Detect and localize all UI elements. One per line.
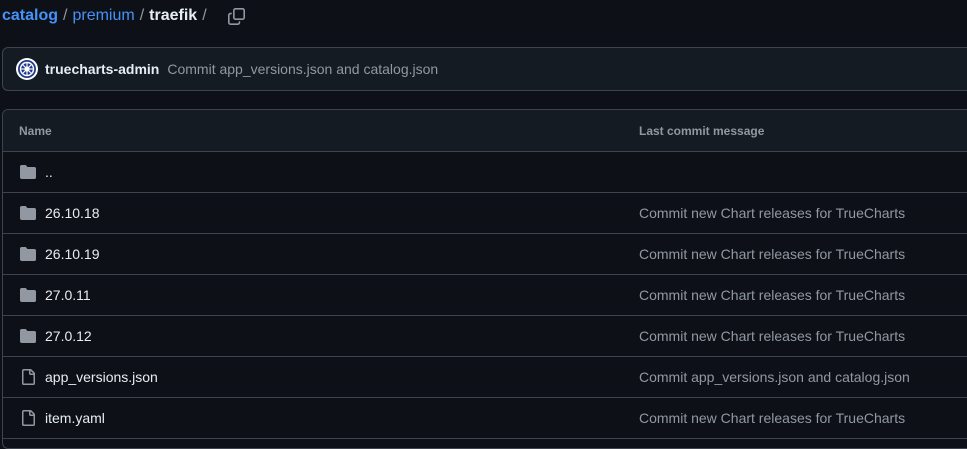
table-row[interactable]: 26.10.18 Commit new Chart releases for T… bbox=[3, 193, 967, 234]
file-icon bbox=[22, 369, 35, 385]
table-header: Name Last commit message bbox=[3, 110, 967, 152]
commit-message-link[interactable]: Commit app_versions.json and catalog.jso… bbox=[639, 369, 910, 385]
breadcrumb-separator: / bbox=[63, 7, 68, 24]
file-icon bbox=[22, 410, 35, 426]
folder-icon bbox=[20, 288, 36, 302]
commit-message-link[interactable]: Commit app_versions.json and catalog.jso… bbox=[167, 61, 438, 77]
table-row[interactable]: app_versions.json Commit app_versions.js… bbox=[3, 357, 967, 398]
commit-message-link[interactable]: Commit new Chart releases for TrueCharts bbox=[639, 246, 905, 262]
breadcrumb-link-catalog[interactable]: catalog bbox=[2, 7, 58, 25]
folder-icon bbox=[20, 165, 36, 179]
file-name-link[interactable]: 26.10.18 bbox=[45, 205, 100, 221]
commit-message-link[interactable]: Commit new Chart releases for TrueCharts bbox=[639, 410, 905, 426]
breadcrumb-separator: / bbox=[139, 7, 145, 24]
file-name-link[interactable]: 27.0.11 bbox=[45, 287, 91, 303]
truecharts-logo-icon bbox=[18, 60, 36, 78]
commit-author-link[interactable]: truecharts-admin bbox=[45, 61, 159, 77]
commit-message-link[interactable]: Commit new Chart releases for TrueCharts bbox=[639, 328, 905, 344]
table-row[interactable]: 26.10.19 Commit new Chart releases for T… bbox=[3, 234, 967, 275]
commit-message-link[interactable]: Commit new Chart releases for TrueCharts bbox=[639, 287, 905, 303]
table-row[interactable]: 27.0.11 Commit new Chart releases for Tr… bbox=[3, 275, 967, 316]
copy-icon bbox=[228, 7, 246, 25]
folder-icon bbox=[20, 247, 36, 261]
table-row[interactable]: .. bbox=[3, 152, 967, 193]
file-name-link[interactable]: app_versions.json bbox=[45, 369, 158, 385]
column-header-name: Name bbox=[19, 124, 52, 138]
table-row[interactable]: 27.0.12 Commit new Chart releases for Tr… bbox=[3, 316, 967, 357]
folder-icon bbox=[20, 329, 36, 343]
breadcrumb: catalog / premium / traefik / bbox=[2, 0, 248, 32]
file-name-link[interactable]: item.yaml bbox=[45, 410, 105, 426]
copy-path-button[interactable] bbox=[226, 5, 248, 27]
file-name-link[interactable]: 27.0.12 bbox=[45, 328, 92, 344]
breadcrumb-link-premium[interactable]: premium bbox=[72, 7, 134, 25]
file-table: Name Last commit message .. 26.10.18 Com… bbox=[2, 109, 967, 449]
file-name-link[interactable]: .. bbox=[45, 164, 53, 180]
breadcrumb-separator: / bbox=[202, 7, 207, 24]
latest-commit-bar: truecharts-admin Commit app_versions.jso… bbox=[2, 47, 967, 91]
column-header-last-commit-message: Last commit message bbox=[639, 124, 765, 138]
avatar[interactable] bbox=[16, 58, 38, 80]
commit-message-link[interactable]: Commit new Chart releases for TrueCharts bbox=[639, 205, 905, 221]
file-name-link[interactable]: 26.10.19 bbox=[45, 246, 100, 262]
breadcrumb-current-traefik: traefik bbox=[149, 7, 198, 24]
folder-icon bbox=[20, 206, 36, 220]
table-row[interactable]: item.yaml Commit new Chart releases for … bbox=[3, 398, 967, 439]
